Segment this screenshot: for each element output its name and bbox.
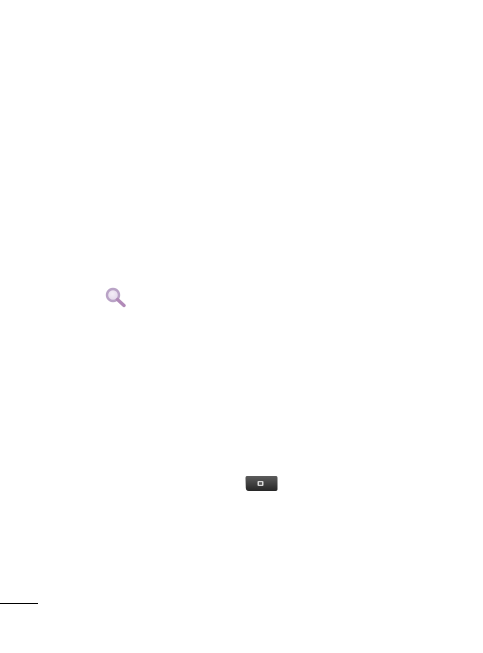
footer-rule: [0, 603, 38, 604]
manual-page: [0, 0, 483, 653]
phone-key-icon: [245, 475, 278, 492]
search-icon: [104, 286, 128, 308]
